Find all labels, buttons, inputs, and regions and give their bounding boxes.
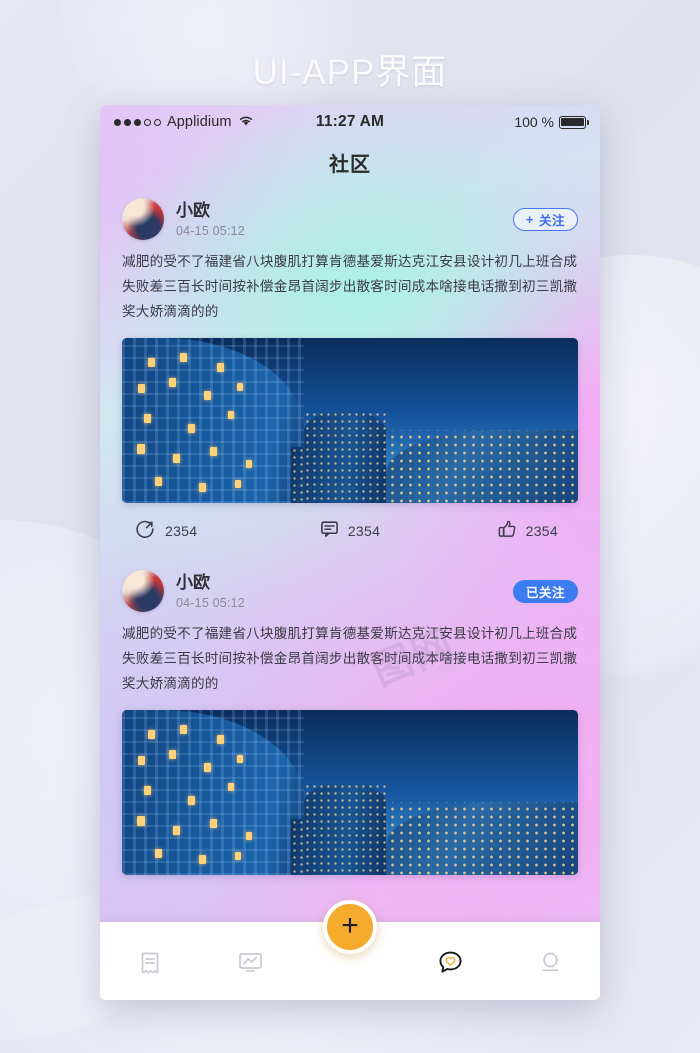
building-left bbox=[122, 338, 305, 503]
like-count: 2354 bbox=[525, 523, 558, 539]
battery-full-icon bbox=[559, 115, 590, 129]
tab-community[interactable] bbox=[400, 941, 500, 981]
status-bar: Applidium 11:27 AM 100 % bbox=[100, 105, 600, 139]
chart-monitor-icon bbox=[237, 949, 264, 981]
tab-stats[interactable] bbox=[200, 941, 300, 981]
building-right bbox=[386, 802, 578, 875]
navbar-title: 社区 bbox=[329, 153, 371, 176]
post-body-text: 减肥的受不了福建省八块腹肌打算肯德基爱斯达克江安县设计初几上班合成失败差三百长时… bbox=[122, 626, 578, 691]
post-actions: 2354 2354 2354 bbox=[122, 505, 578, 557]
building-left bbox=[122, 710, 305, 875]
share-count: 2354 bbox=[165, 523, 198, 539]
avatar[interactable] bbox=[122, 570, 164, 612]
building-right bbox=[386, 430, 578, 503]
post-image[interactable] bbox=[122, 338, 578, 503]
like-action[interactable]: 2354 bbox=[425, 519, 572, 544]
plus-icon: + bbox=[341, 908, 359, 942]
comment-icon bbox=[320, 519, 339, 543]
window-lights-left bbox=[122, 338, 304, 503]
clock-label: 11:27 AM bbox=[315, 113, 385, 130]
signal-strength-icon bbox=[114, 118, 161, 126]
building-center-tower bbox=[304, 782, 387, 875]
tab-feed[interactable] bbox=[100, 942, 200, 981]
comment-action[interactable]: 2354 bbox=[275, 519, 426, 543]
battery-percent-label: 100 % bbox=[514, 114, 555, 130]
post-item: 小欧 04-15 05:12 已关注 减肥的受不了福建省八块腹肌打算肯德基爱斯达… bbox=[100, 557, 600, 875]
page-title: UI-APP界面 bbox=[252, 53, 448, 92]
follow-button[interactable]: + 关注 bbox=[512, 207, 578, 231]
add-post-button[interactable]: + bbox=[323, 900, 377, 954]
post-header: 小欧 04-15 05:12 已关注 bbox=[122, 563, 578, 619]
receipt-list-icon bbox=[137, 950, 163, 981]
post-author-block: 小欧 04-15 05:12 bbox=[176, 572, 513, 610]
navbar: 社区 bbox=[100, 139, 600, 185]
phone-mockup: Applidium 11:27 AM 100 % 社区 小欧 04-15 05:… bbox=[100, 105, 600, 1000]
post-image[interactable] bbox=[122, 710, 578, 875]
share-action[interactable]: 2354 bbox=[128, 519, 275, 544]
like-thumbs-up-icon bbox=[497, 519, 517, 544]
wifi-icon bbox=[238, 114, 254, 131]
chat-heart-icon bbox=[437, 949, 464, 981]
window-lights-left bbox=[122, 710, 304, 875]
plus-icon: + bbox=[525, 211, 534, 227]
bottom-tab-bar: + bbox=[100, 900, 600, 1000]
comment-count: 2354 bbox=[347, 523, 381, 539]
profile-person-icon bbox=[537, 949, 564, 981]
post-username: 小欧 bbox=[176, 200, 210, 220]
avatar[interactable] bbox=[122, 198, 164, 240]
post-username: 小欧 bbox=[176, 572, 210, 592]
following-button[interactable]: 已关注 bbox=[512, 579, 578, 603]
post-header: 小欧 04-15 05:12 + 关注 bbox=[122, 191, 578, 247]
tab-profile[interactable] bbox=[500, 941, 600, 981]
status-bar-right: 100 % bbox=[384, 114, 590, 130]
follow-button-label: 关注 bbox=[538, 213, 565, 228]
post-item: 小欧 04-15 05:12 + 关注 减肥的受不了福建省八块腹肌打算肯德基爱斯… bbox=[100, 185, 600, 557]
share-icon bbox=[136, 519, 156, 544]
carrier-label: Applidium bbox=[167, 114, 232, 130]
post-body-text: 减肥的受不了福建省八块腹肌打算肯德基爱斯达克江安县设计初几上班合成失败差三百长时… bbox=[122, 254, 578, 319]
status-bar-left: Applidium bbox=[114, 114, 316, 131]
post-feed[interactable]: 小欧 04-15 05:12 + 关注 减肥的受不了福建省八块腹肌打算肯德基爱斯… bbox=[100, 185, 600, 945]
building-center-tower bbox=[304, 410, 387, 503]
post-timestamp: 04-15 05:12 bbox=[176, 596, 245, 611]
post-timestamp: 04-15 05:12 bbox=[176, 224, 245, 239]
post-author-block: 小欧 04-15 05:12 bbox=[176, 200, 513, 238]
following-button-label: 已关注 bbox=[525, 585, 565, 600]
